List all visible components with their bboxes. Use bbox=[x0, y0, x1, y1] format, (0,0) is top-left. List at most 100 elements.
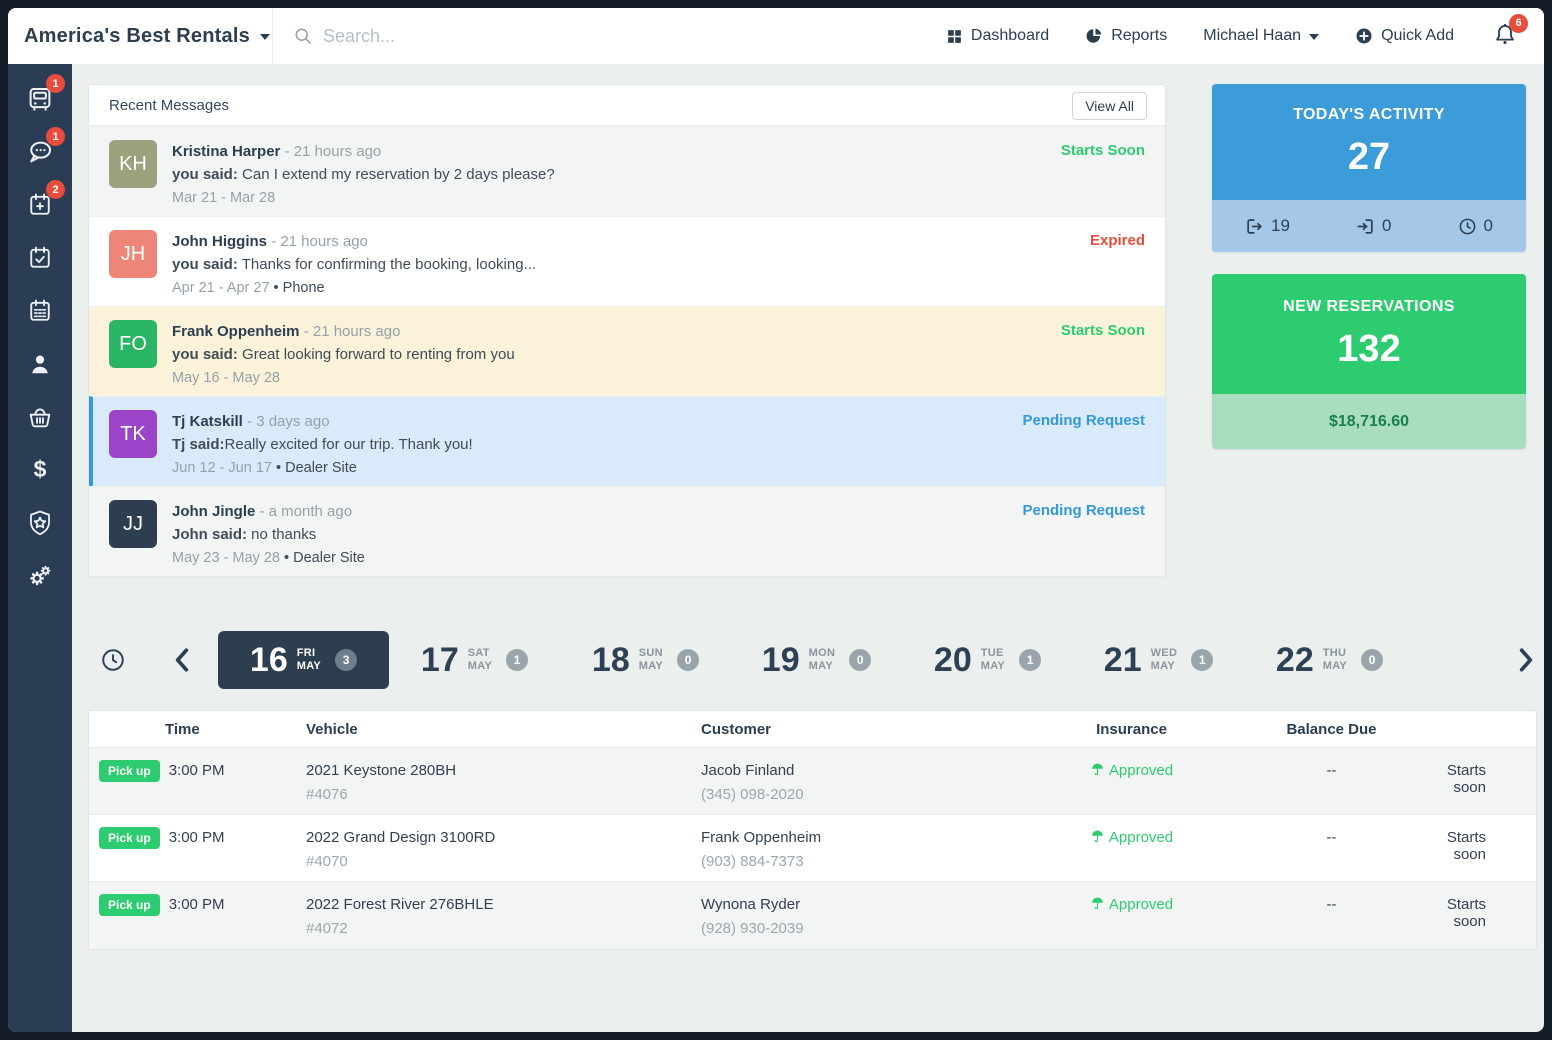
nav-reports-label: Reports bbox=[1111, 27, 1167, 45]
day-cell[interactable]: 22 THUMAY 0 bbox=[1244, 631, 1415, 689]
carousel-next-button[interactable] bbox=[1516, 647, 1536, 673]
avatar-initials: FO bbox=[119, 333, 147, 356]
message-item[interactable]: KH Kristina Harper - 21 hours ago you sa… bbox=[89, 126, 1165, 216]
day-cell-selected[interactable]: 16 FRIMAY 3 bbox=[218, 631, 389, 689]
day-number: 20 bbox=[934, 643, 972, 677]
stats-column: TODAY'S ACTIVITY 27 19 0 bbox=[1212, 84, 1526, 576]
chevron-down-icon bbox=[260, 34, 270, 40]
day-count-badge: 0 bbox=[849, 649, 871, 671]
checkout-icon bbox=[1245, 217, 1264, 236]
message-item[interactable]: FO Frank Oppenheim - 21 hours ago you sa… bbox=[89, 306, 1165, 396]
column-header-balance: Balance Due bbox=[1244, 711, 1419, 748]
pickup-time: 3:00 PM bbox=[169, 762, 225, 779]
checkouts-count: 19 bbox=[1271, 216, 1290, 236]
sidebar-item-protection[interactable] bbox=[18, 496, 62, 549]
sidebar-item-messages[interactable]: 1 bbox=[18, 125, 62, 178]
message-body: no thanks bbox=[247, 526, 316, 543]
day-cell[interactable]: 18 SUNMAY 0 bbox=[560, 631, 731, 689]
umbrella-icon bbox=[1090, 762, 1105, 777]
balance-due: -- bbox=[1244, 882, 1419, 949]
day-cell[interactable]: 19 MONMAY 0 bbox=[731, 631, 902, 689]
message-body: Can I extend my reservation by 2 days pl… bbox=[238, 166, 555, 183]
customer-name: Wynona Ryder bbox=[701, 896, 1019, 913]
reservation-dates: Mar 21 - Mar 28 bbox=[172, 190, 275, 206]
day-of-week: SUN bbox=[639, 647, 663, 660]
table-row[interactable]: Pick up3:00 PM 2022 Forest River 276BHLE… bbox=[89, 882, 1536, 949]
umbrella-icon bbox=[1090, 829, 1105, 844]
day-month: MAY bbox=[639, 660, 663, 673]
avatar-initials: JJ bbox=[123, 513, 143, 536]
message-item-selected[interactable]: TK Tj Katskill - 3 days ago Tj said:Real… bbox=[89, 396, 1165, 486]
recent-messages-panel: Recent Messages View All KH Kristina Har… bbox=[88, 84, 1166, 576]
row-status: Starts soon bbox=[1419, 815, 1536, 882]
day-month: MAY bbox=[468, 660, 492, 673]
notifications-button[interactable]: 6 bbox=[1492, 21, 1518, 52]
message-time: - 21 hours ago bbox=[300, 323, 401, 340]
avatar-initials: TK bbox=[120, 423, 146, 446]
day-of-week: MON bbox=[809, 647, 836, 660]
sender-name: John Jingle bbox=[172, 503, 255, 520]
day-cell[interactable]: 20 TUEMAY 1 bbox=[902, 631, 1073, 689]
sender-name: Tj Katskill bbox=[172, 413, 243, 430]
sidebar-item-calendar[interactable] bbox=[18, 284, 62, 337]
dashboard-icon bbox=[946, 28, 963, 45]
day-cell[interactable]: 17 SATMAY 1 bbox=[389, 631, 560, 689]
customer-phone: (903) 884-7373 bbox=[701, 853, 1019, 870]
new-bookings-badge: 2 bbox=[46, 180, 65, 199]
message-item[interactable]: JH John Higgins - 21 hours ago you said:… bbox=[89, 216, 1165, 306]
calendar-grid-icon bbox=[26, 297, 54, 325]
balance-due: -- bbox=[1244, 815, 1419, 882]
search-input[interactable] bbox=[323, 26, 743, 47]
user-menu[interactable]: Michael Haan bbox=[1203, 27, 1319, 45]
vehicle-id: #4076 bbox=[306, 786, 689, 803]
sender-name: John Higgins bbox=[172, 233, 267, 250]
day-month: MAY bbox=[297, 660, 321, 673]
day-of-week: TUE bbox=[981, 647, 1005, 660]
quick-add-button[interactable]: Quick Add bbox=[1355, 27, 1454, 45]
sidebar-item-store[interactable] bbox=[18, 390, 62, 443]
table-row[interactable]: Pick up3:00 PM 2022 Grand Design 3100RD#… bbox=[89, 815, 1536, 882]
column-header-customer: Customer bbox=[689, 711, 1019, 748]
pickup-badge: Pick up bbox=[99, 894, 160, 916]
message-prefix: you said: bbox=[172, 256, 238, 273]
notification-count-badge: 6 bbox=[1509, 14, 1528, 33]
carousel-prev-button[interactable] bbox=[172, 647, 192, 673]
message-body: Thanks for confirming the booking, looki… bbox=[238, 256, 536, 273]
pending-stat: 0 bbox=[1458, 216, 1493, 236]
person-icon bbox=[27, 351, 53, 377]
day-cell[interactable]: 21 WEDMAY 1 bbox=[1073, 631, 1244, 689]
table-row[interactable]: Pick up3:00 PM 2021 Keystone 280BH#4076 … bbox=[89, 748, 1536, 815]
sidebar-item-payments[interactable]: $ bbox=[18, 443, 62, 496]
sidebar-item-new-bookings[interactable]: 2 bbox=[18, 178, 62, 231]
balance-due: -- bbox=[1244, 748, 1419, 815]
company-selector[interactable]: America's Best Rentals bbox=[8, 8, 273, 64]
sender-name: Kristina Harper bbox=[172, 143, 280, 160]
pickup-badge: Pick up bbox=[99, 760, 160, 782]
vehicle-id: #4070 bbox=[306, 853, 689, 870]
column-header-vehicle: Vehicle bbox=[294, 711, 689, 748]
message-prefix: John said: bbox=[172, 526, 247, 543]
nav-dashboard[interactable]: Dashboard bbox=[946, 27, 1049, 45]
reservations-amount: $18,716.60 bbox=[1329, 413, 1409, 431]
activity-count: 27 bbox=[1212, 138, 1526, 176]
sidebar-item-customers[interactable] bbox=[18, 337, 62, 390]
day-of-week: THU bbox=[1323, 647, 1347, 660]
schedule-clock-icon[interactable] bbox=[100, 647, 126, 673]
todays-activity-card[interactable]: TODAY'S ACTIVITY 27 19 0 bbox=[1212, 84, 1526, 252]
sidebar-item-vehicles[interactable]: 1 bbox=[18, 72, 62, 125]
sidebar-item-settings[interactable] bbox=[18, 549, 62, 602]
recent-messages-title: Recent Messages bbox=[109, 97, 229, 114]
column-header-status bbox=[1419, 711, 1536, 748]
sidebar-item-reservations[interactable] bbox=[18, 231, 62, 284]
message-prefix: Tj said: bbox=[172, 436, 225, 453]
new-reservations-card[interactable]: NEW RESERVATIONS 132 $18,716.60 bbox=[1212, 274, 1526, 449]
view-all-button[interactable]: View All bbox=[1072, 92, 1147, 120]
message-item[interactable]: JJ John Jingle - a month ago John said: … bbox=[89, 486, 1165, 576]
day-count-badge: 1 bbox=[1019, 649, 1041, 671]
booking-channel: • Dealer Site bbox=[280, 550, 365, 566]
checkouts-stat: 19 bbox=[1245, 216, 1290, 236]
avatar: JJ bbox=[109, 500, 157, 548]
reservation-dates: May 23 - May 28 bbox=[172, 550, 280, 566]
message-content: Kristina Harper - 21 hours ago you said:… bbox=[172, 140, 1061, 216]
nav-reports[interactable]: Reports bbox=[1085, 27, 1167, 45]
